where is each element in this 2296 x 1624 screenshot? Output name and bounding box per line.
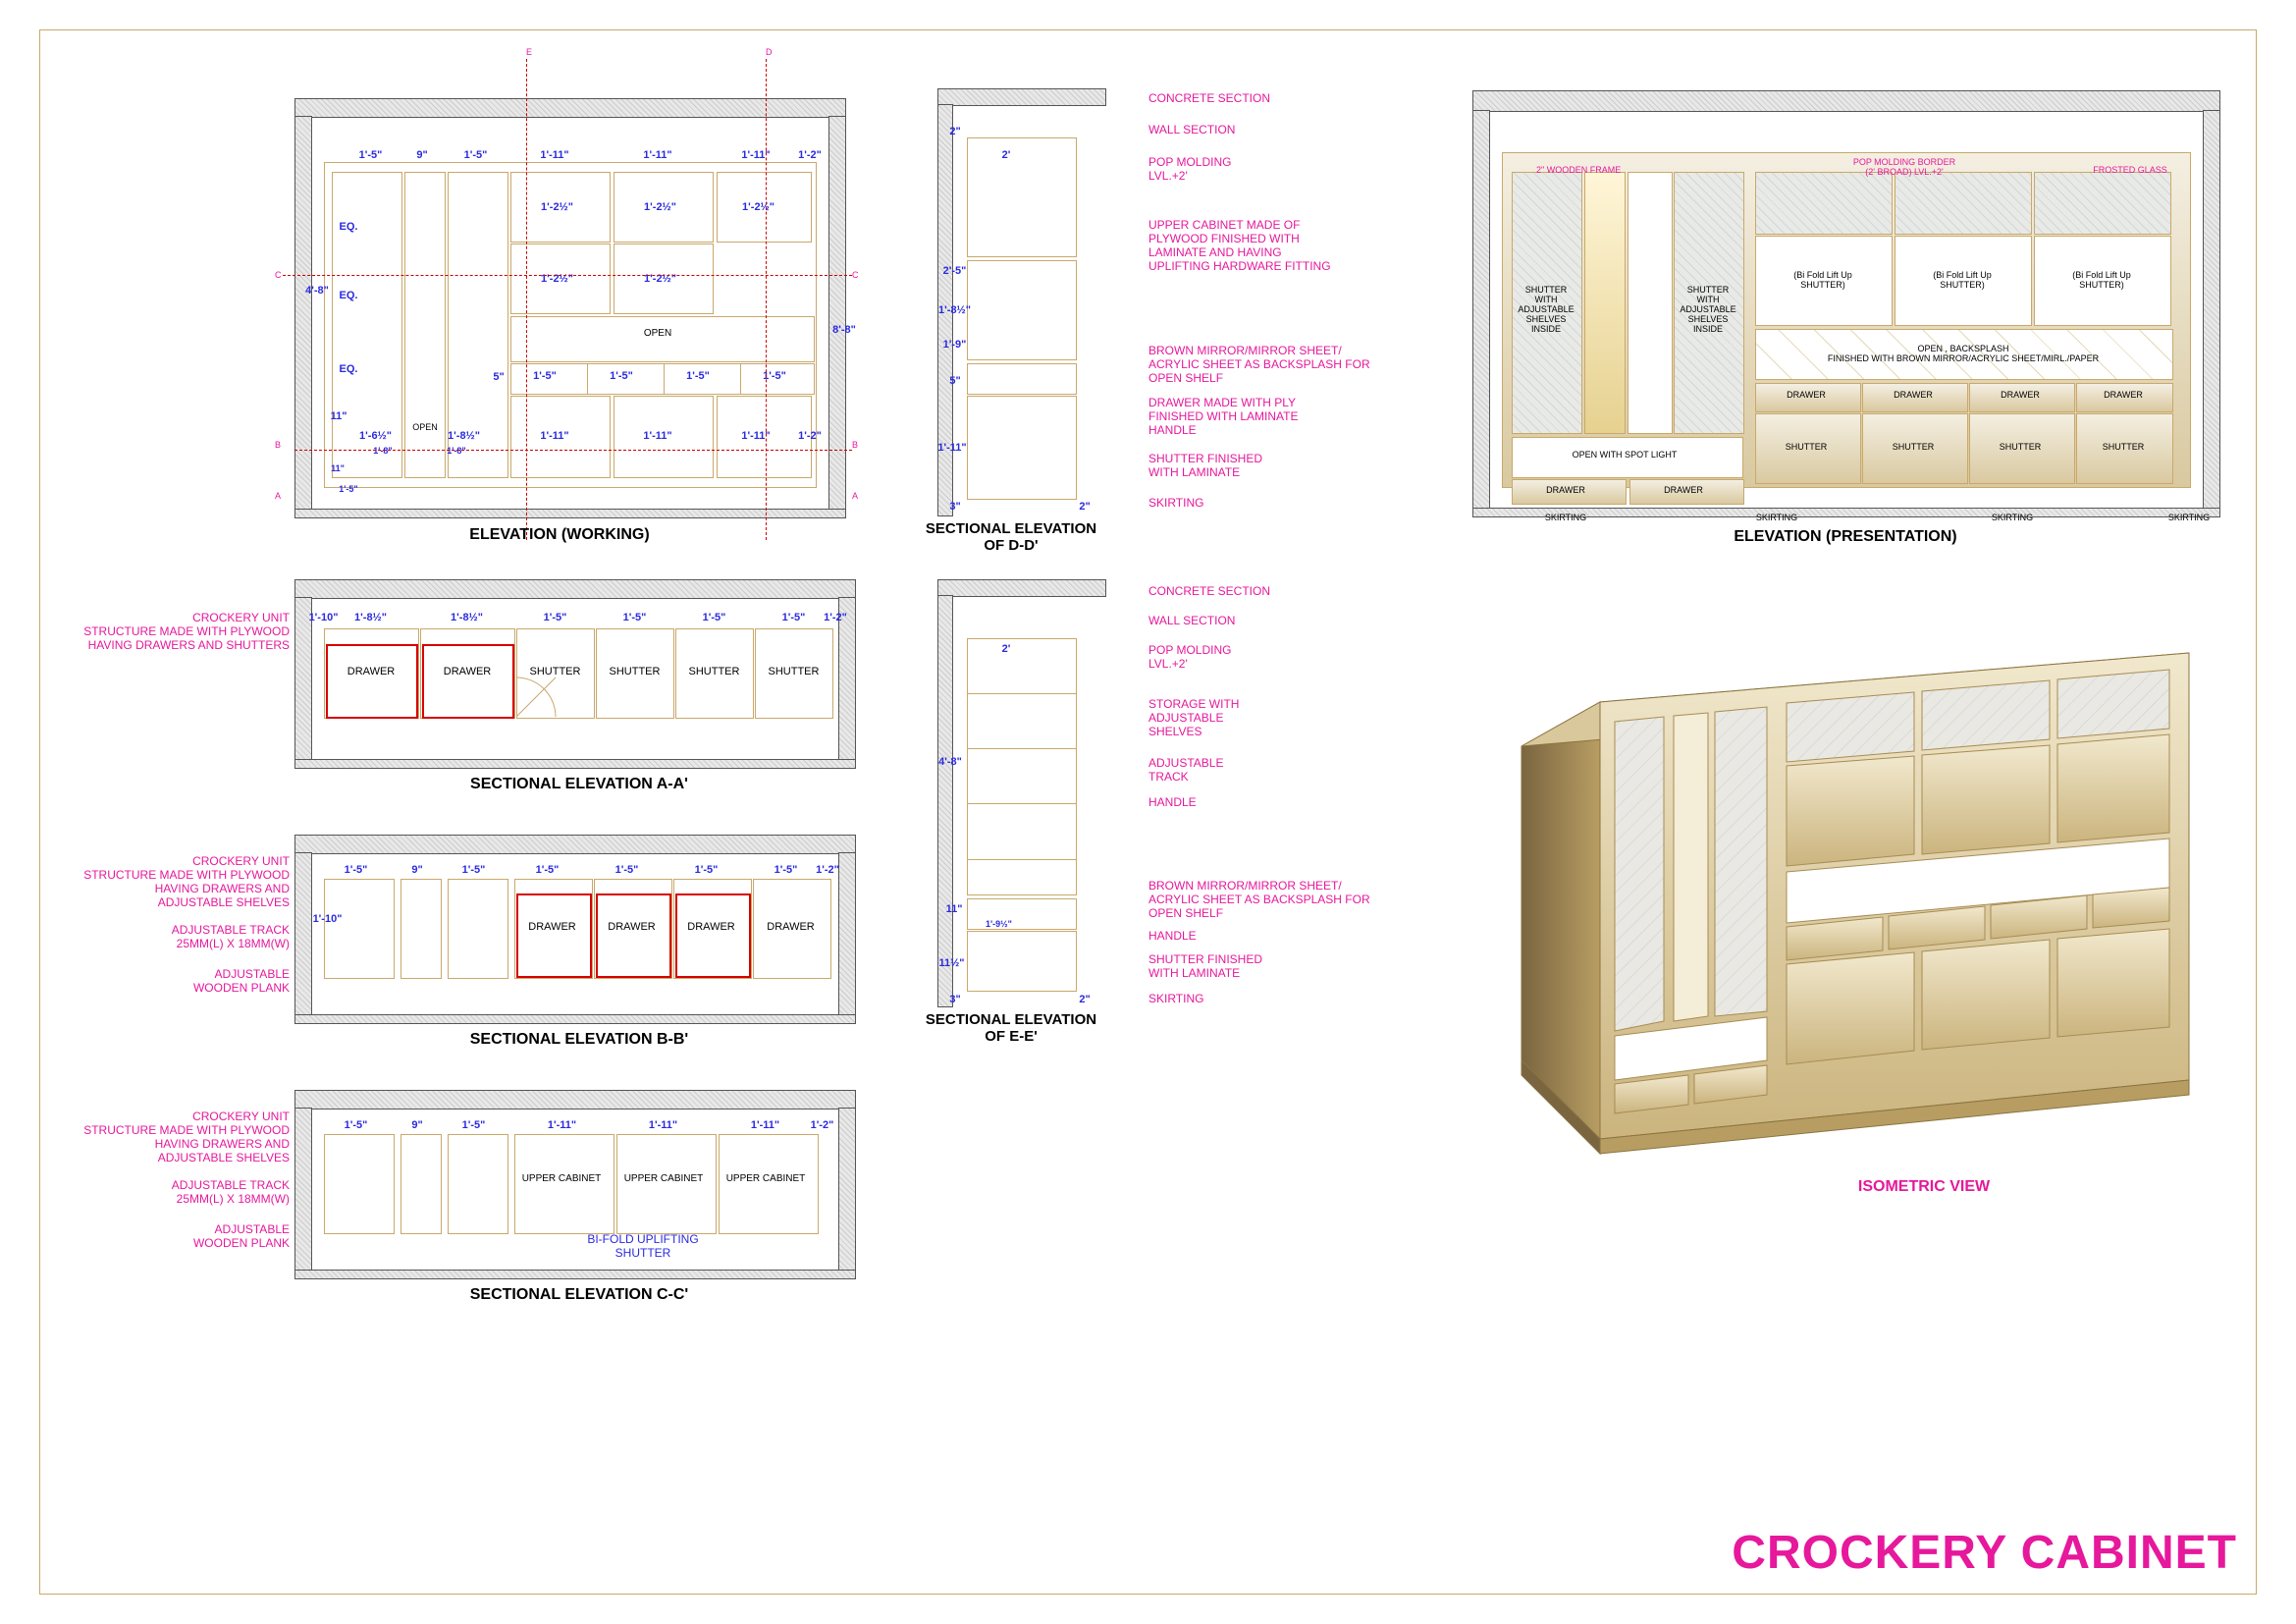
elevation-working-title: ELEVATION (WORKING) — [422, 526, 697, 544]
sheet-title: CROCKERY CABINET — [1732, 1526, 2237, 1580]
note-aa: CROCKERY UNIT STRUCTURE MADE WITH PLYWOO… — [34, 611, 290, 652]
